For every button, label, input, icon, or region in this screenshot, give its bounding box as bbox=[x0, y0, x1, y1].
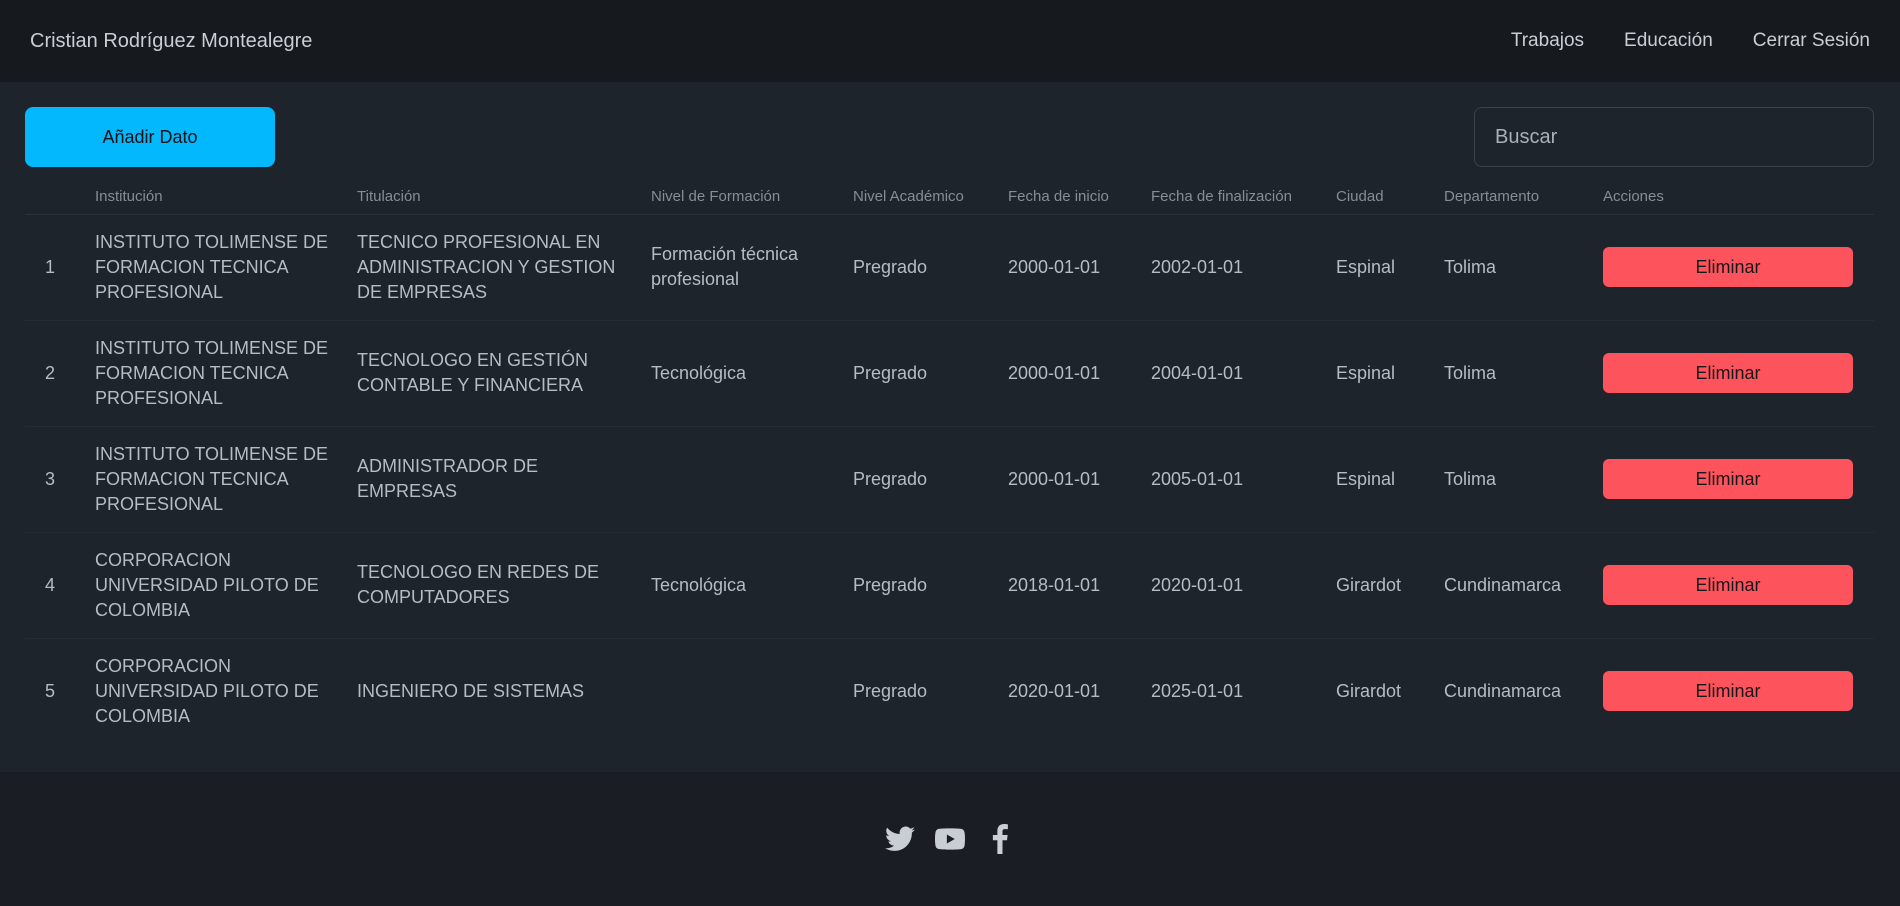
column-header-number bbox=[25, 180, 95, 215]
table-row: 3 INSTITUTO TOLIMENSE DE FORMACION TECNI… bbox=[25, 426, 1874, 533]
cell-institucion: INSTITUTO TOLIMENSE DE FORMACION TECNICA… bbox=[95, 426, 357, 533]
cell-fecha-finalizacion: 2005-01-01 bbox=[1151, 426, 1336, 533]
education-table: Institución Titulación Nivel de Formació… bbox=[25, 180, 1874, 744]
cell-institucion: CORPORACION UNIVERSIDAD PILOTO DE COLOMB… bbox=[95, 655, 319, 726]
cell-nivel-academico: Pregrado bbox=[853, 320, 1008, 427]
nav-links: Trabajos Educación Cerrar Sesión bbox=[1511, 30, 1870, 52]
youtube-icon[interactable] bbox=[935, 824, 965, 854]
cell-acciones: Eliminar bbox=[1603, 638, 1874, 744]
cell-titulacion: INGENIERO DE SISTEMAS bbox=[357, 680, 585, 701]
search-input[interactable] bbox=[1474, 107, 1874, 167]
cell-ciudad: Espinal bbox=[1336, 426, 1444, 533]
row-number: 5 bbox=[45, 680, 56, 701]
table-row: 5 CORPORACION UNIVERSIDAD PILOTO DE COLO… bbox=[25, 638, 1874, 744]
nav-link-educacion[interactable]: Educación bbox=[1624, 30, 1713, 52]
cell-fecha-inicio: 2000-01-01 bbox=[1008, 320, 1151, 427]
cell-nivel-formacion bbox=[651, 426, 853, 533]
column-header-nivel-academico: Nivel Académico bbox=[853, 180, 1008, 215]
delete-button[interactable]: Eliminar bbox=[1603, 247, 1853, 287]
cell-departamento: Tolima bbox=[1444, 426, 1603, 533]
nav-link-trabajos[interactable]: Trabajos bbox=[1511, 30, 1584, 52]
cell-fecha-finalizacion: 2025-01-01 bbox=[1151, 680, 1244, 701]
cell-fecha-finalizacion: 2004-01-01 bbox=[1151, 320, 1336, 427]
row-number: 2 bbox=[25, 320, 95, 427]
delete-button[interactable]: Eliminar bbox=[1603, 459, 1853, 499]
twitter-icon[interactable] bbox=[885, 824, 915, 854]
cell-institucion: INSTITUTO TOLIMENSE DE FORMACION TECNICA… bbox=[95, 214, 357, 321]
table-row: 2 INSTITUTO TOLIMENSE DE FORMACION TECNI… bbox=[25, 320, 1874, 427]
column-header-institucion: Institución bbox=[95, 180, 357, 215]
cell-nivel-formacion: Tecnológica bbox=[651, 320, 853, 427]
delete-button[interactable]: Eliminar bbox=[1603, 353, 1853, 393]
table-row: 4 CORPORACION UNIVERSIDAD PILOTO DE COLO… bbox=[25, 532, 1874, 639]
cell-institucion: CORPORACION UNIVERSIDAD PILOTO DE COLOMB… bbox=[95, 532, 357, 639]
cell-nivel-academico: Pregrado bbox=[853, 680, 928, 701]
cell-departamento: Cundinamarca bbox=[1444, 680, 1562, 701]
navbar: Cristian Rodríguez Montealegre Trabajos … bbox=[0, 0, 1900, 82]
cell-nivel-academico: Pregrado bbox=[853, 426, 1008, 533]
cell-departamento: Tolima bbox=[1444, 214, 1603, 321]
brand-name[interactable]: Cristian Rodríguez Montealegre bbox=[30, 30, 312, 53]
cell-nivel-academico: Pregrado bbox=[853, 214, 1008, 321]
row-number: 4 bbox=[25, 532, 95, 639]
column-header-titulacion: Titulación bbox=[357, 180, 651, 215]
cell-fecha-inicio: 2018-01-01 bbox=[1008, 532, 1151, 639]
nav-link-cerrar-sesion[interactable]: Cerrar Sesión bbox=[1753, 30, 1870, 52]
column-header-nivel-formacion: Nivel de Formación bbox=[651, 180, 853, 215]
cell-ciudad: Girardot bbox=[1336, 680, 1402, 701]
footer bbox=[0, 772, 1900, 906]
main-content: Añadir Dato Institución Titulación Nivel… bbox=[0, 82, 1900, 772]
cell-departamento: Cundinamarca bbox=[1444, 532, 1603, 639]
cell-titulacion: TECNOLOGO EN GESTIÓN CONTABLE Y FINANCIE… bbox=[357, 320, 651, 427]
cell-titulacion: TECNICO PROFESIONAL EN ADMINISTRACION Y … bbox=[357, 214, 651, 321]
add-data-button[interactable]: Añadir Dato bbox=[25, 107, 275, 167]
column-header-fecha-inicio: Fecha de inicio bbox=[1008, 180, 1151, 215]
table-header-row: Institución Titulación Nivel de Formació… bbox=[25, 180, 1874, 215]
cell-nivel-formacion: Tecnológica bbox=[651, 532, 853, 639]
column-header-acciones: Acciones bbox=[1603, 180, 1874, 215]
cell-nivel-formacion: Formación técnica profesional bbox=[651, 214, 853, 321]
table-row: 1 INSTITUTO TOLIMENSE DE FORMACION TECNI… bbox=[25, 214, 1874, 321]
delete-button[interactable]: Eliminar bbox=[1603, 671, 1853, 712]
delete-button[interactable]: Eliminar bbox=[1603, 565, 1853, 605]
cell-nivel-academico: Pregrado bbox=[853, 532, 1008, 639]
cell-titulacion: ADMINISTRADOR DE EMPRESAS bbox=[357, 426, 651, 533]
cell-fecha-inicio: 2020-01-01 bbox=[1008, 680, 1101, 701]
cell-institucion: INSTITUTO TOLIMENSE DE FORMACION TECNICA… bbox=[95, 320, 357, 427]
cell-fecha-inicio: 2000-01-01 bbox=[1008, 426, 1151, 533]
cell-fecha-finalizacion: 2002-01-01 bbox=[1151, 214, 1336, 321]
cell-ciudad: Espinal bbox=[1336, 214, 1444, 321]
cell-fecha-finalizacion: 2020-01-01 bbox=[1151, 532, 1336, 639]
cell-ciudad: Espinal bbox=[1336, 320, 1444, 427]
cell-acciones: Eliminar bbox=[1603, 532, 1874, 639]
row-number: 1 bbox=[25, 214, 95, 321]
row-number: 3 bbox=[25, 426, 95, 533]
column-header-fecha-finalizacion: Fecha de finalización bbox=[1151, 180, 1336, 215]
cell-titulacion: TECNOLOGO EN REDES DE COMPUTADORES bbox=[357, 532, 651, 639]
cell-departamento: Tolima bbox=[1444, 320, 1603, 427]
cell-fecha-inicio: 2000-01-01 bbox=[1008, 214, 1151, 321]
cell-ciudad: Girardot bbox=[1336, 532, 1444, 639]
cell-acciones: Eliminar bbox=[1603, 214, 1874, 321]
facebook-icon[interactable] bbox=[985, 824, 1015, 854]
cell-nivel-formacion bbox=[651, 638, 853, 744]
column-header-departamento: Departamento bbox=[1444, 180, 1603, 215]
cell-acciones: Eliminar bbox=[1603, 426, 1874, 533]
column-header-ciudad: Ciudad bbox=[1336, 180, 1444, 215]
cell-acciones: Eliminar bbox=[1603, 320, 1874, 427]
